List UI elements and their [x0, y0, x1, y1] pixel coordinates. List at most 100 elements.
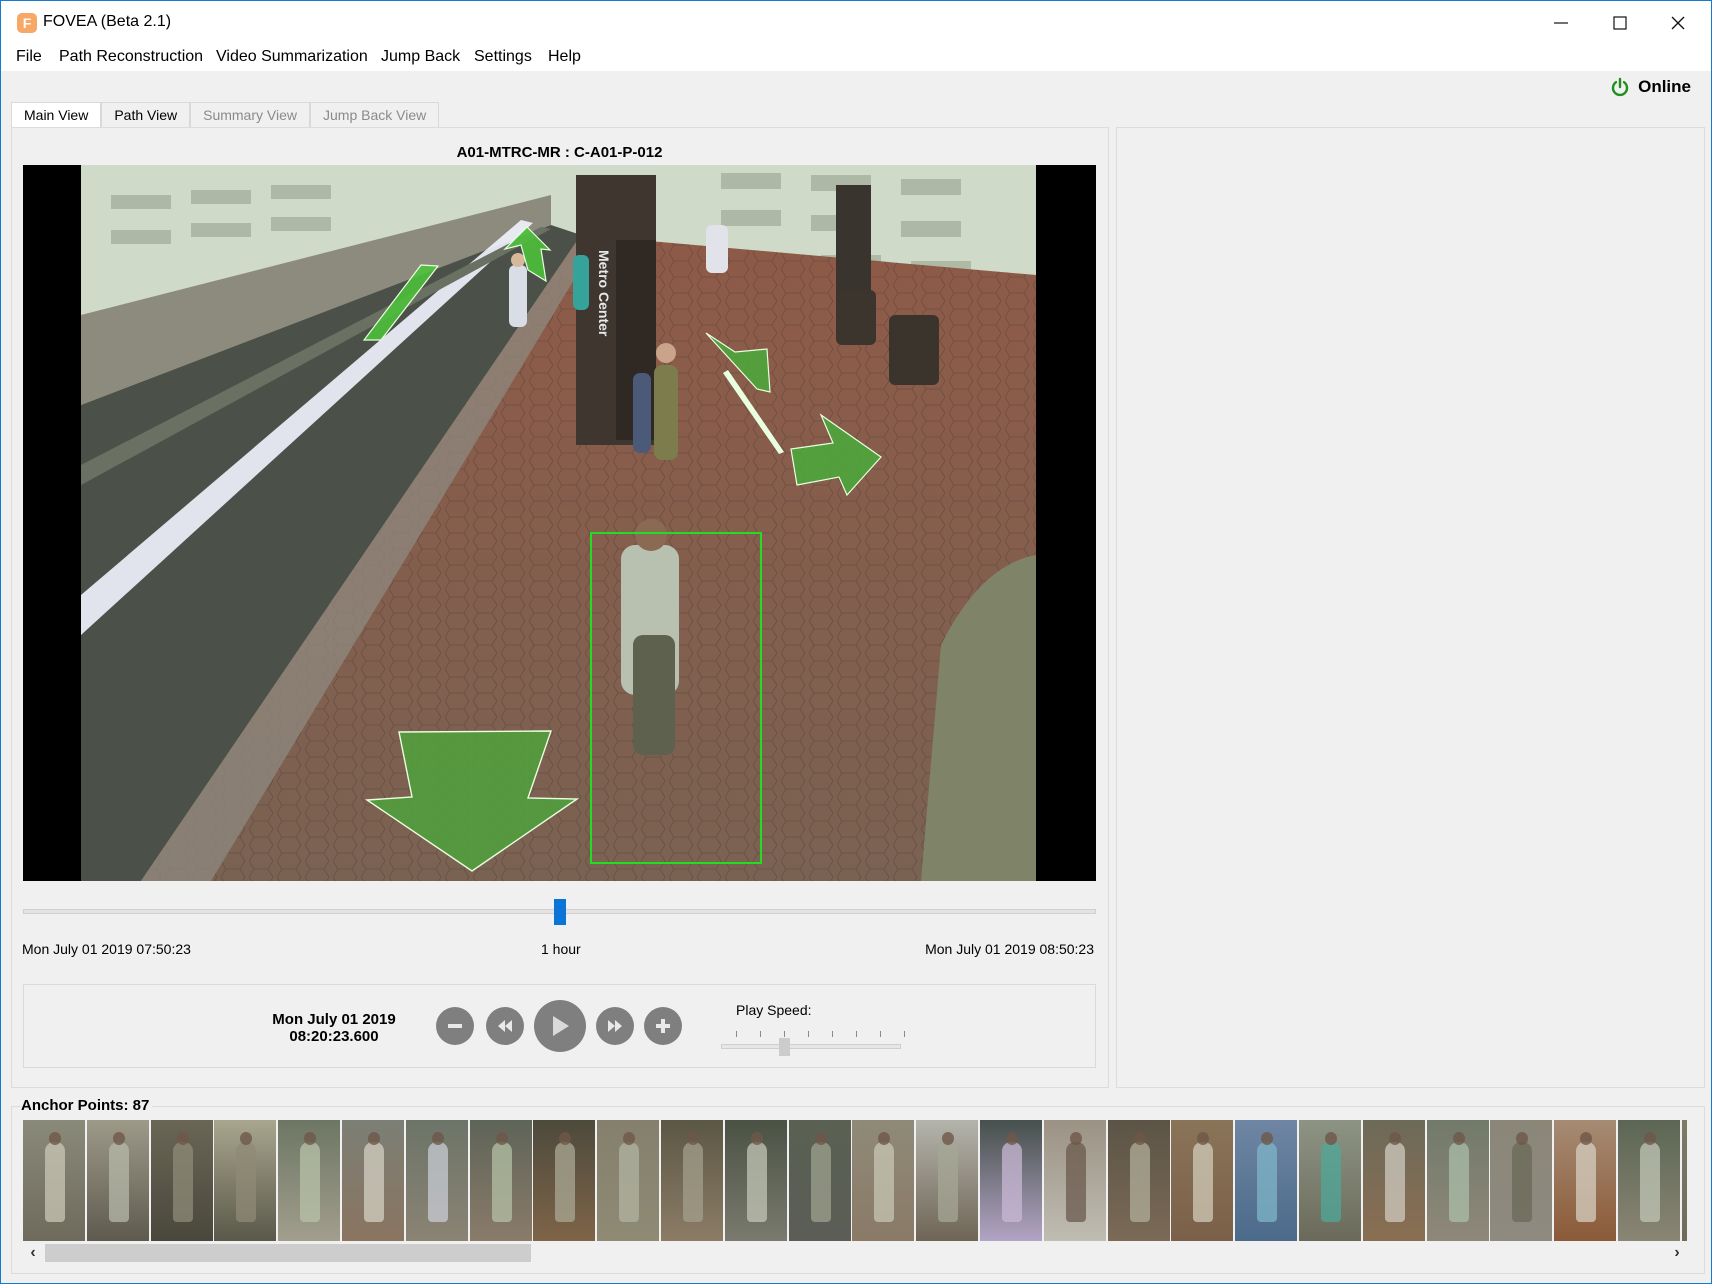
person-head: [1325, 1132, 1337, 1145]
menu-help[interactable]: Help: [548, 48, 581, 66]
fast-forward-icon: [608, 1020, 622, 1032]
anchor-thumbnail[interactable]: [150, 1120, 213, 1241]
person-figure: [1448, 1142, 1469, 1222]
window-title: FOVEA (Beta 2.1): [43, 13, 172, 30]
current-date: Mon July 01 2019: [272, 1011, 396, 1028]
rewind-button[interactable]: [486, 1007, 524, 1045]
play-button[interactable]: [534, 1000, 586, 1052]
anchor-points-title: Anchor Points: 87: [21, 1097, 153, 1114]
video-player[interactable]: Metro Center: [23, 165, 1096, 881]
anchor-thumbnail[interactable]: [788, 1120, 851, 1241]
zoom-out-button[interactable]: [436, 1007, 474, 1045]
maximize-icon: [1613, 16, 1627, 30]
app-window: F FOVEA (Beta 2.1) File Path Reconstruct…: [0, 0, 1712, 1284]
anchor-thumbnail[interactable]: [597, 1120, 660, 1241]
anchor-thumbnail-strip: [23, 1120, 1687, 1242]
anchor-thumbnail[interactable]: [86, 1120, 149, 1241]
person-figure: [555, 1142, 576, 1222]
fast-forward-button[interactable]: [596, 1007, 634, 1045]
person-figure: [874, 1142, 895, 1222]
anchor-thumbnail[interactable]: [342, 1120, 404, 1241]
close-icon: [1671, 16, 1685, 30]
person-head: [112, 1132, 125, 1145]
video-frame: Metro Center: [81, 165, 1036, 881]
video-scene: Metro Center: [81, 165, 1036, 881]
maximize-button[interactable]: [1591, 1, 1649, 45]
close-button[interactable]: [1649, 1, 1707, 45]
minus-icon: [448, 1024, 462, 1028]
menu-jump-back[interactable]: Jump Back: [381, 48, 460, 66]
anchor-thumbnail[interactable]: [661, 1120, 723, 1241]
person-head: [176, 1132, 189, 1145]
menu-path-reconstruction[interactable]: Path Reconstruction: [59, 48, 203, 66]
anchor-thumbnail[interactable]: [916, 1120, 979, 1241]
person-head: [687, 1132, 699, 1145]
timeline-span: 1 hour: [541, 941, 581, 957]
person-figure: [1257, 1142, 1278, 1222]
tab-summary-view[interactable]: Summary View: [190, 102, 310, 127]
tab-path-view[interactable]: Path View: [101, 102, 191, 127]
scroll-right-button[interactable]: ›: [1667, 1243, 1687, 1262]
anchor-thumbnail[interactable]: [214, 1120, 277, 1241]
anchor-thumbnail[interactable]: [278, 1120, 341, 1241]
status-label: Online: [1638, 77, 1691, 96]
anchor-thumbnail[interactable]: [1362, 1120, 1425, 1241]
person-figure: [810, 1142, 831, 1222]
anchor-thumbnail[interactable]: [405, 1120, 468, 1241]
person-figure: [1129, 1142, 1150, 1222]
timeline-handle[interactable]: [553, 899, 566, 925]
anchor-thumbnail[interactable]: [533, 1120, 596, 1241]
scrollbar-thumb[interactable]: [45, 1244, 531, 1262]
person-figure: [1512, 1142, 1533, 1222]
anchor-thumbnail[interactable]: [1043, 1120, 1106, 1241]
minimize-button[interactable]: [1532, 1, 1590, 45]
metro-center-sign: Metro Center: [596, 250, 612, 337]
person-head: [1388, 1132, 1401, 1145]
person-head: [1644, 1132, 1656, 1145]
person-figure: [1065, 1142, 1086, 1222]
person-figure: [746, 1142, 767, 1222]
person-head: [750, 1132, 763, 1145]
play-icon: [553, 1016, 569, 1036]
play-speed-tick: [736, 1031, 737, 1037]
person-figure: [300, 1142, 321, 1222]
anchor-scrollbar[interactable]: ‹ ›: [23, 1243, 1687, 1262]
person-head: [431, 1132, 444, 1145]
timeline-end: Mon July 01 2019 08:50:23: [925, 941, 1094, 957]
anchor-thumbnail[interactable]: [1618, 1120, 1680, 1241]
play-speed-slider[interactable]: [721, 1044, 901, 1049]
anchor-thumbnail[interactable]: [1681, 1120, 1687, 1241]
anchor-thumbnail[interactable]: [1426, 1120, 1489, 1241]
anchor-thumbnail[interactable]: [23, 1120, 85, 1241]
play-speed-thumb[interactable]: [779, 1038, 790, 1056]
anchor-thumbnail[interactable]: [1554, 1120, 1617, 1241]
person-figure: [236, 1142, 257, 1222]
anchor-thumbnail[interactable]: [1299, 1120, 1361, 1241]
anchor-thumbnail[interactable]: [852, 1120, 915, 1241]
menu-video-summarization[interactable]: Video Summarization: [216, 48, 368, 66]
anchor-thumbnail[interactable]: [1107, 1120, 1170, 1241]
person-figure: [427, 1142, 448, 1222]
anchor-thumbnail[interactable]: [980, 1120, 1042, 1241]
zoom-in-button[interactable]: [644, 1007, 682, 1045]
anchor-thumbnail[interactable]: [469, 1120, 532, 1241]
tab-main-view[interactable]: Main View: [11, 102, 102, 128]
menu-bar: File Path Reconstruction Video Summariza…: [1, 45, 1711, 71]
anchor-thumbnail[interactable]: [1490, 1120, 1553, 1241]
scroll-left-button[interactable]: ‹: [23, 1243, 43, 1262]
person-head: [814, 1132, 827, 1145]
tab-jump-back-view[interactable]: Jump Back View: [310, 102, 440, 127]
power-icon: [1611, 77, 1629, 97]
menu-settings[interactable]: Settings: [474, 48, 532, 66]
current-time: 08:20:23.600: [289, 1028, 379, 1045]
person-head: [1452, 1132, 1465, 1145]
person-figure: [172, 1142, 193, 1222]
person-figure: [683, 1142, 703, 1222]
menu-file[interactable]: File: [16, 48, 42, 66]
play-speed-tick: [904, 1031, 905, 1037]
anchor-thumbnail[interactable]: [1171, 1120, 1234, 1241]
person-figure: [619, 1142, 640, 1222]
person-figure: [1576, 1142, 1597, 1222]
anchor-thumbnail[interactable]: [724, 1120, 787, 1241]
anchor-thumbnail[interactable]: [1235, 1120, 1298, 1241]
